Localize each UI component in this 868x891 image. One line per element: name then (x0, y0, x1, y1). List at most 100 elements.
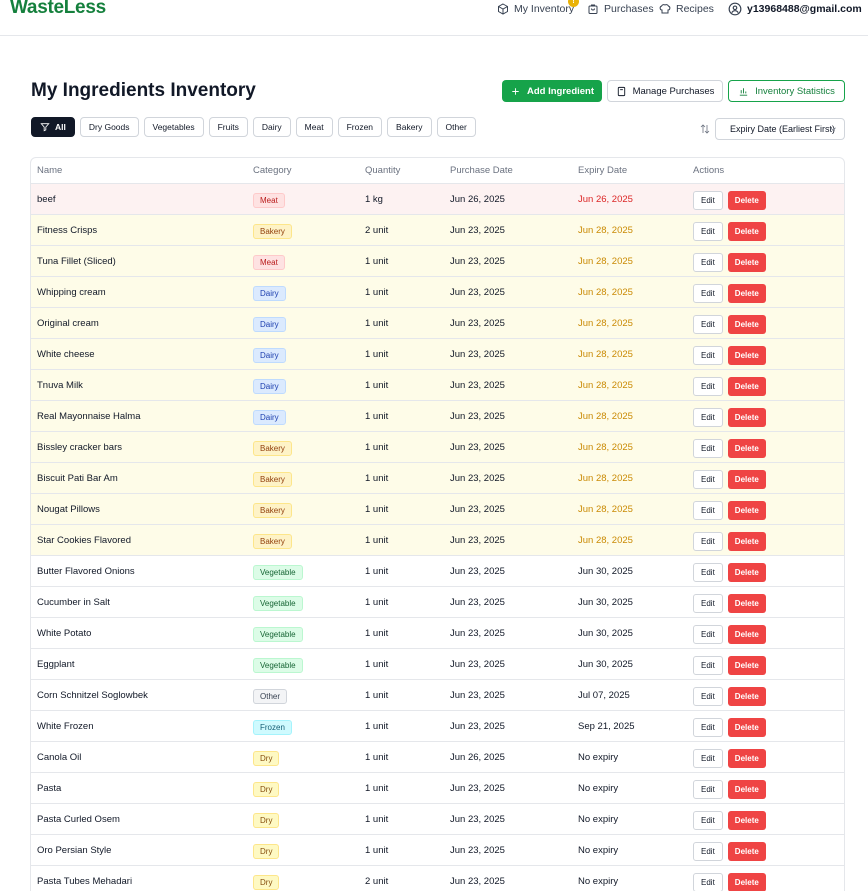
delete-button[interactable]: Delete (727, 748, 766, 768)
manage-purchases-button[interactable]: Manage Purchases (607, 80, 723, 102)
delete-button[interactable]: Delete (727, 438, 766, 458)
edit-button[interactable]: Edit (693, 469, 723, 489)
delete-button[interactable]: Delete (727, 469, 766, 489)
edit-button[interactable]: Edit (693, 748, 723, 768)
delete-button[interactable]: Delete (727, 624, 766, 644)
purchase-date-cell: Jun 26, 2025 (450, 751, 505, 763)
delete-button[interactable]: Delete (727, 717, 766, 737)
edit-button[interactable]: Edit (693, 686, 723, 706)
user-menu[interactable]: y13968488@gmail.com (728, 2, 862, 16)
delete-button[interactable]: Delete (727, 252, 766, 272)
category-cell: Dry (253, 804, 280, 834)
page-title: My Ingredients Inventory (31, 80, 256, 101)
edit-button[interactable]: Edit (693, 872, 723, 891)
delete-button[interactable]: Delete (727, 872, 766, 891)
edit-button[interactable]: Edit (693, 376, 723, 396)
edit-button[interactable]: Edit (693, 655, 723, 675)
ingredient-name: Original cream (37, 317, 99, 329)
delete-button[interactable]: Delete (727, 810, 766, 830)
actions-cell: Edit Delete (693, 215, 766, 245)
actions-cell: Edit Delete (693, 804, 766, 834)
delete-button[interactable]: Delete (727, 593, 766, 613)
edit-button[interactable]: Edit (693, 190, 723, 210)
edit-button[interactable]: Edit (693, 841, 723, 861)
delete-button[interactable]: Delete (727, 407, 766, 427)
filter-icon (40, 123, 50, 132)
delete-button[interactable]: Delete (727, 314, 766, 334)
nav-my-inventory[interactable]: My Inventory (497, 2, 574, 16)
category-cell: Bakery (253, 463, 292, 493)
table-header: Name Category Quantity Purchase Date Exp… (31, 158, 844, 184)
actions-cell: Edit Delete (693, 556, 766, 586)
table-row: Bissley cracker bars Bakery 1 unit Jun 23, … (31, 432, 844, 463)
category-badge: Meat (253, 193, 285, 208)
filter-dairy[interactable]: Dairy (252, 117, 291, 137)
nav-recipes-label: Recipes (676, 3, 714, 15)
delete-button[interactable]: Delete (727, 376, 766, 396)
inventory-statistics-button[interactable]: Inventory Statistics (728, 80, 845, 102)
delete-button[interactable]: Delete (727, 283, 766, 303)
edit-button[interactable]: Edit (693, 438, 723, 458)
filter-other[interactable]: Other (436, 117, 476, 137)
receipt-icon (617, 86, 625, 96)
edit-button[interactable]: Edit (693, 717, 723, 737)
category-badge: Other (253, 689, 288, 704)
filter-frozen[interactable]: Frozen (337, 117, 383, 137)
edit-button[interactable]: Edit (693, 314, 723, 334)
filter-bakery[interactable]: Bakery (387, 117, 432, 137)
actions-cell: Edit Delete (693, 773, 766, 803)
category-cell: Dry (253, 835, 280, 865)
edit-button[interactable]: Edit (693, 562, 723, 582)
sort-select[interactable]: Expiry Date (Earliest First) (715, 118, 845, 140)
filter-meat[interactable]: Meat (295, 117, 333, 137)
ingredient-name: Star Cookies Flavored (37, 534, 131, 546)
filter-fruits[interactable]: Fruits (208, 117, 248, 137)
delete-button[interactable]: Delete (727, 345, 766, 365)
actions-cell: Edit Delete (693, 339, 766, 369)
delete-button[interactable]: Delete (727, 190, 766, 210)
edit-button[interactable]: Edit (693, 779, 723, 799)
nav-recipes[interactable]: Recipes (659, 2, 714, 16)
edit-button[interactable]: Edit (693, 252, 723, 272)
actions-cell: Edit Delete (693, 618, 766, 648)
table-row: Corn Schnitzel Soglowbek Other 1 unit Jun 2… (31, 680, 844, 711)
add-ingredient-button[interactable]: Add Ingredient (502, 80, 602, 102)
edit-button[interactable]: Edit (693, 624, 723, 644)
delete-button[interactable]: Delete (727, 500, 766, 520)
delete-button[interactable]: Delete (727, 655, 766, 675)
nav-purchases[interactable]: Purchases (587, 2, 654, 16)
filter-dry-goods[interactable]: Dry Goods (79, 117, 139, 137)
edit-button[interactable]: Edit (693, 810, 723, 830)
delete-button[interactable]: Delete (727, 562, 766, 582)
chef-hat-icon (659, 4, 671, 14)
delete-button[interactable]: Delete (727, 221, 766, 241)
edit-button[interactable]: Edit (693, 407, 723, 427)
header-category: Category (253, 165, 292, 176)
edit-button[interactable]: Edit (693, 283, 723, 303)
app-logo[interactable]: WasteLess (10, 0, 106, 19)
category-cell: Bakery (253, 525, 292, 555)
ingredient-name: Pasta Tubes Mehadari (37, 875, 133, 887)
category-badge: Vegetable (253, 596, 303, 611)
edit-button[interactable]: Edit (693, 500, 723, 520)
top-navbar: WasteLess My Inventory ! Purchases Recip… (0, 0, 868, 36)
edit-button[interactable]: Edit (693, 221, 723, 241)
purchase-date-cell: Jun 23, 2025 (450, 286, 505, 298)
delete-button[interactable]: Delete (727, 686, 766, 706)
nav-my-inventory-label: My Inventory (514, 3, 575, 15)
filter-vegetables[interactable]: Vegetables (143, 117, 204, 137)
delete-button[interactable]: Delete (727, 841, 766, 861)
category-cell: Meat (253, 246, 285, 276)
delete-button[interactable]: Delete (727, 531, 766, 551)
ingredient-name: Cucumber in Salt (37, 596, 110, 608)
ingredient-name: Butter Flavored Onions (37, 565, 135, 577)
delete-button[interactable]: Delete (727, 779, 766, 799)
edit-button[interactable]: Edit (693, 593, 723, 613)
edit-button[interactable]: Edit (693, 531, 723, 551)
purchase-date-cell: Jun 23, 2025 (450, 658, 505, 670)
quantity-cell: 1 unit (365, 720, 389, 732)
edit-button[interactable]: Edit (693, 345, 723, 365)
filter-all[interactable]: All (31, 117, 75, 137)
manage-purchases-label: Manage Purchases (632, 85, 715, 97)
category-cell: Vegetable (253, 556, 303, 586)
